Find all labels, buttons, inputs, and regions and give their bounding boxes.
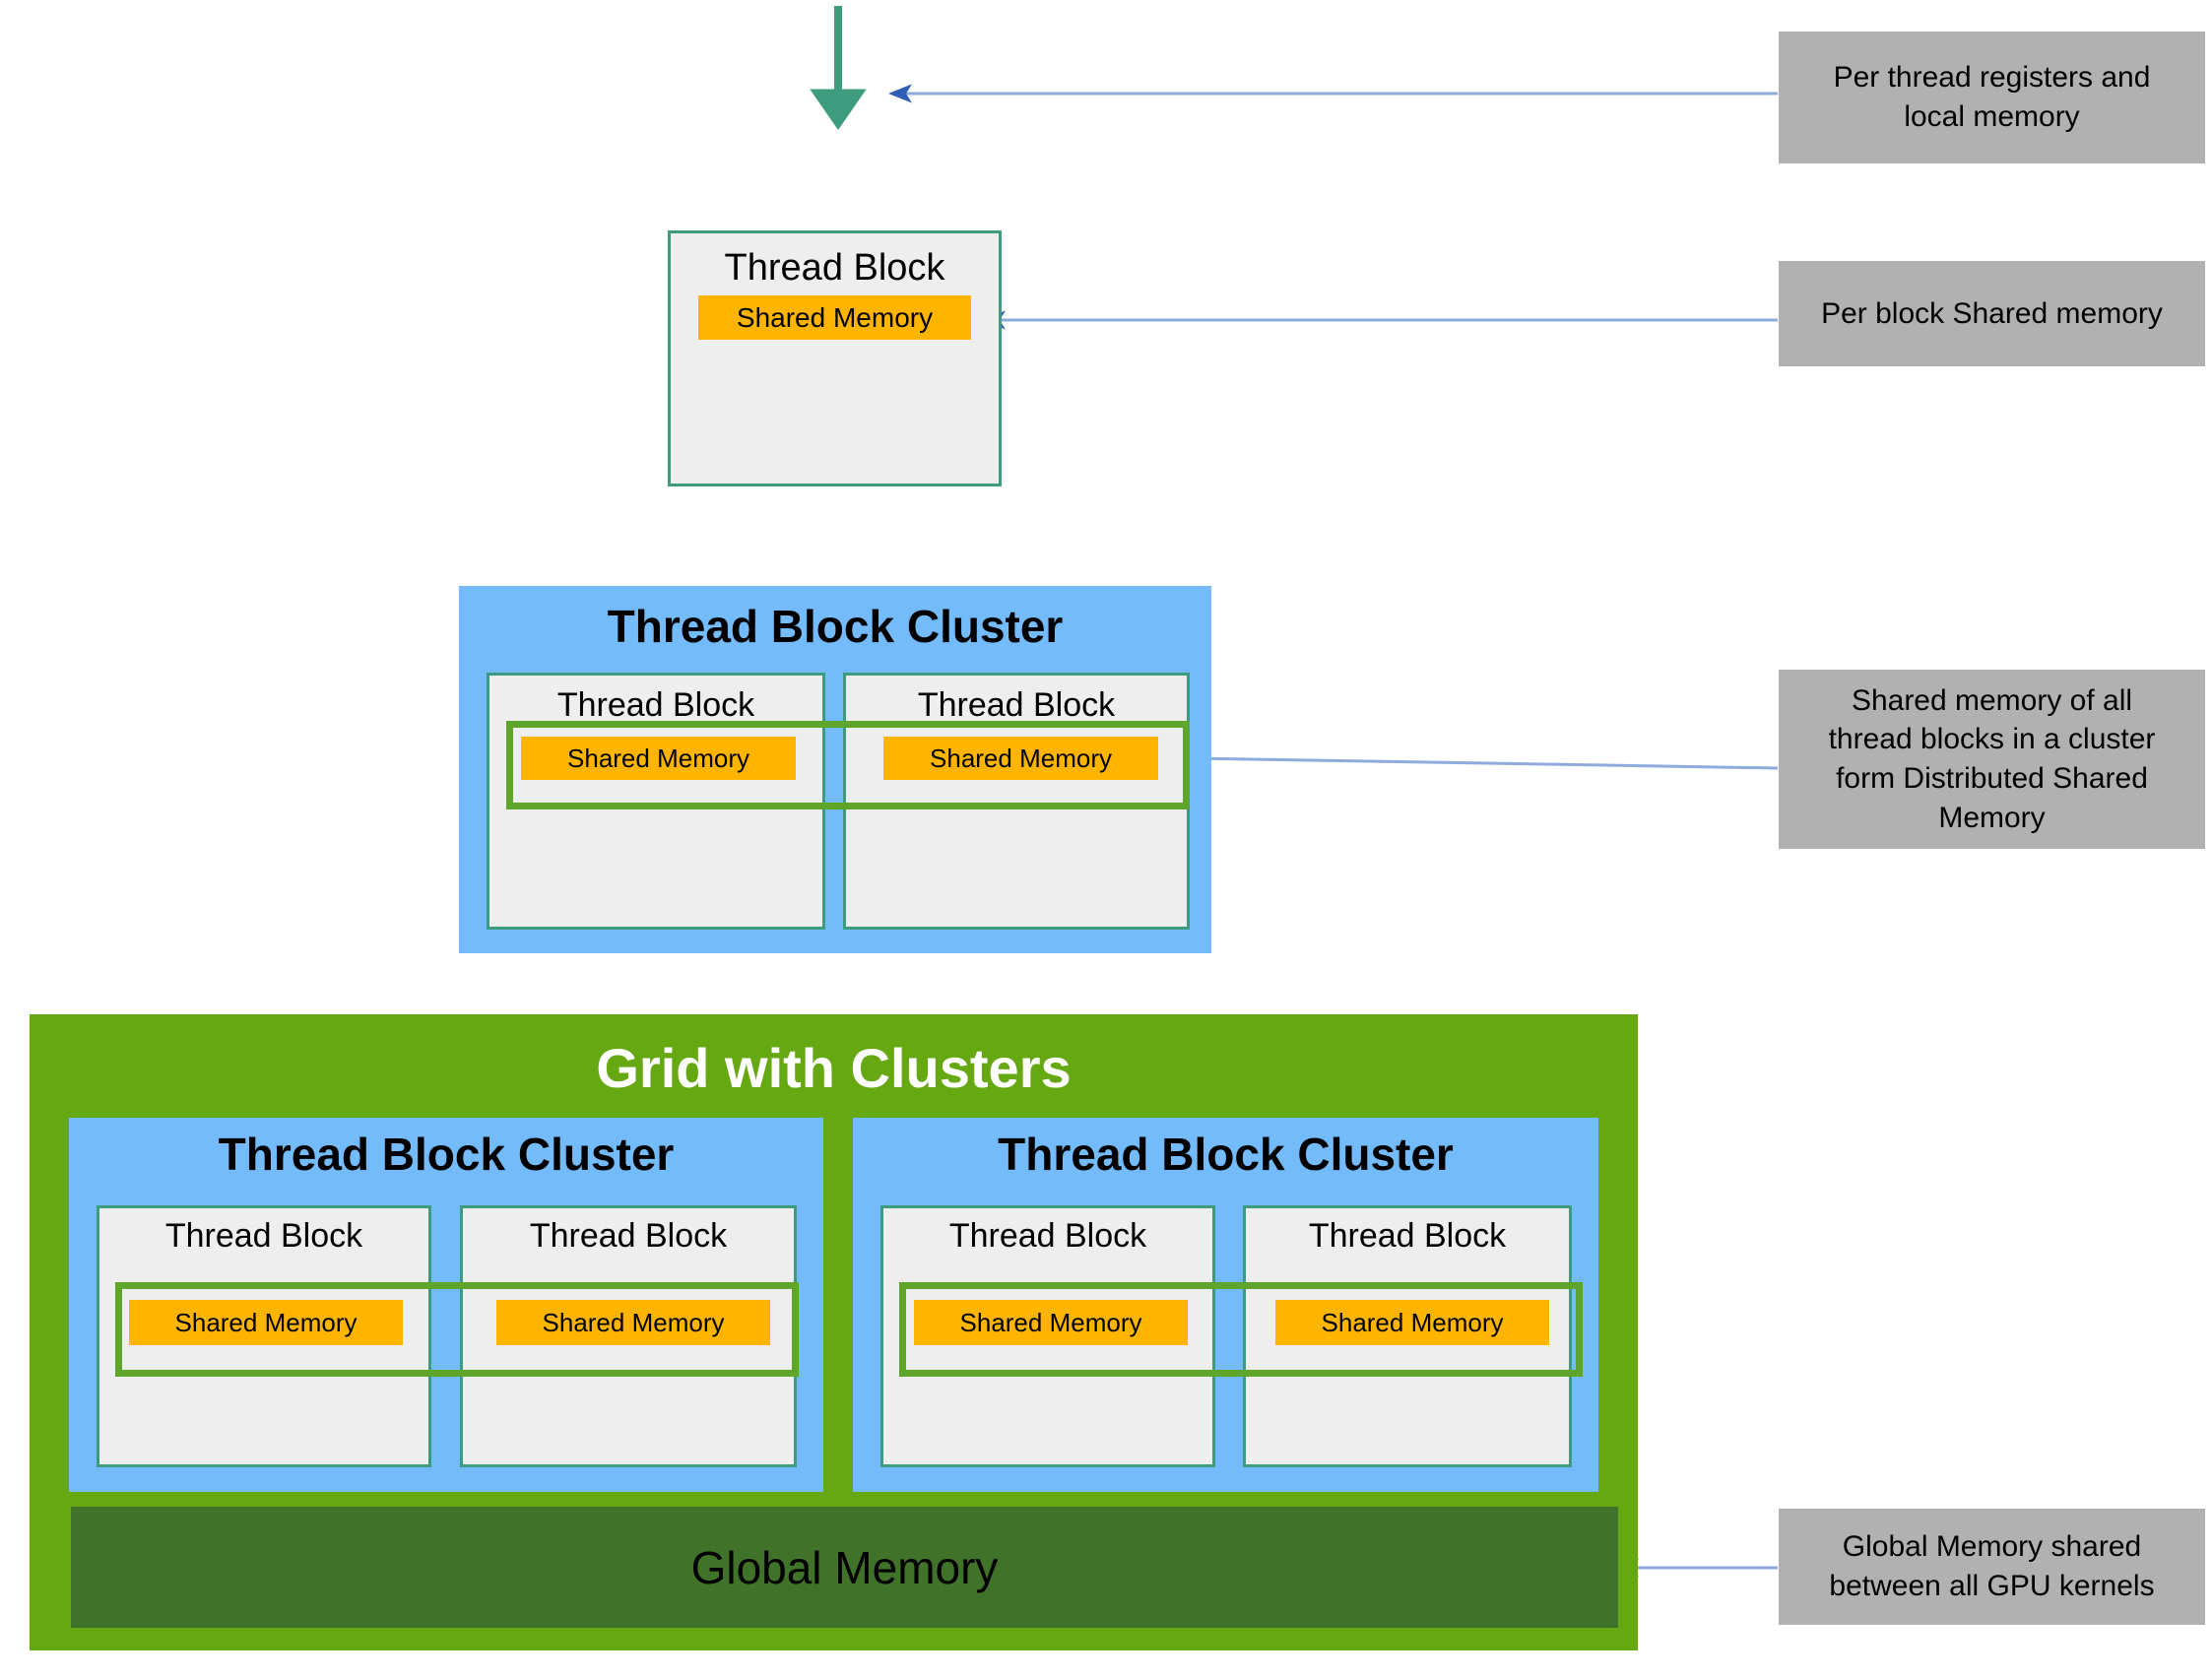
diagram-canvas: Thread Block Shared Memory Thread Block … — [0, 0, 2212, 1680]
callout-line: Per block Shared memory — [1821, 296, 2163, 330]
callout-line: local memory — [1904, 100, 2080, 133]
thread-block-title: Thread Block — [724, 247, 945, 289]
cluster-title: Thread Block Cluster — [218, 1129, 675, 1180]
callout-per-block-shared-memory: Per block Shared memory — [1779, 261, 2205, 366]
shared-memory-grid-c1-b1[interactable]: Shared Memory — [1275, 1300, 1549, 1345]
callout-line: Per thread registers and — [1833, 61, 2151, 95]
callout-line: thread blocks in a cluster — [1828, 723, 2156, 756]
shared-memory-standalone[interactable]: Shared Memory — [698, 295, 971, 340]
thread-block-mid-cluster-0[interactable]: Thread Block — [487, 673, 825, 930]
thread-block-title: Thread Block — [948, 1217, 1147, 1255]
thread-block-title: Thread Block — [917, 686, 1116, 724]
callout-line: Global Memory shared — [1842, 1530, 2142, 1564]
connector-distributed-shared — [1187, 748, 1779, 770]
shared-memory-mid-cluster-1[interactable]: Shared Memory — [883, 737, 1158, 780]
callout-line: between all GPU kernels — [1829, 1570, 2155, 1602]
cluster-title: Thread Block Cluster — [998, 1129, 1454, 1180]
callout-line: Shared memory of all — [1851, 683, 2133, 717]
callout-global-memory: Global Memory shared between all GPU ker… — [1779, 1509, 2205, 1625]
shared-memory-grid-c0-b1[interactable]: Shared Memory — [496, 1300, 770, 1345]
callout-line: Memory — [1938, 801, 2046, 834]
thread-block-standalone[interactable]: Thread Block — [668, 230, 1002, 486]
thread-block-title: Thread Block — [1308, 1217, 1507, 1255]
thread-block-title: Thread Block — [529, 1217, 728, 1255]
thread-block-mid-cluster-1[interactable]: Thread Block — [843, 673, 1190, 930]
thread-block-title: Thread Block — [556, 686, 755, 724]
cluster-title: Thread Block Cluster — [607, 601, 1064, 652]
callout-line: form Distributed Shared — [1836, 762, 2148, 795]
shared-memory-grid-c0-b0[interactable]: Shared Memory — [129, 1300, 403, 1345]
thread-block-title: Thread Block — [164, 1217, 363, 1255]
global-memory-bar[interactable]: Global Memory — [71, 1507, 1618, 1628]
callout-distributed-shared-memory: Shared memory of all thread blocks in a … — [1779, 670, 2205, 849]
callout-per-thread-registers: Per thread registers and local memory — [1779, 32, 2205, 163]
shared-memory-mid-cluster-0[interactable]: Shared Memory — [521, 737, 796, 780]
shared-memory-grid-c1-b0[interactable]: Shared Memory — [914, 1300, 1188, 1345]
grid-title: Grid with Clusters — [596, 1037, 1072, 1099]
